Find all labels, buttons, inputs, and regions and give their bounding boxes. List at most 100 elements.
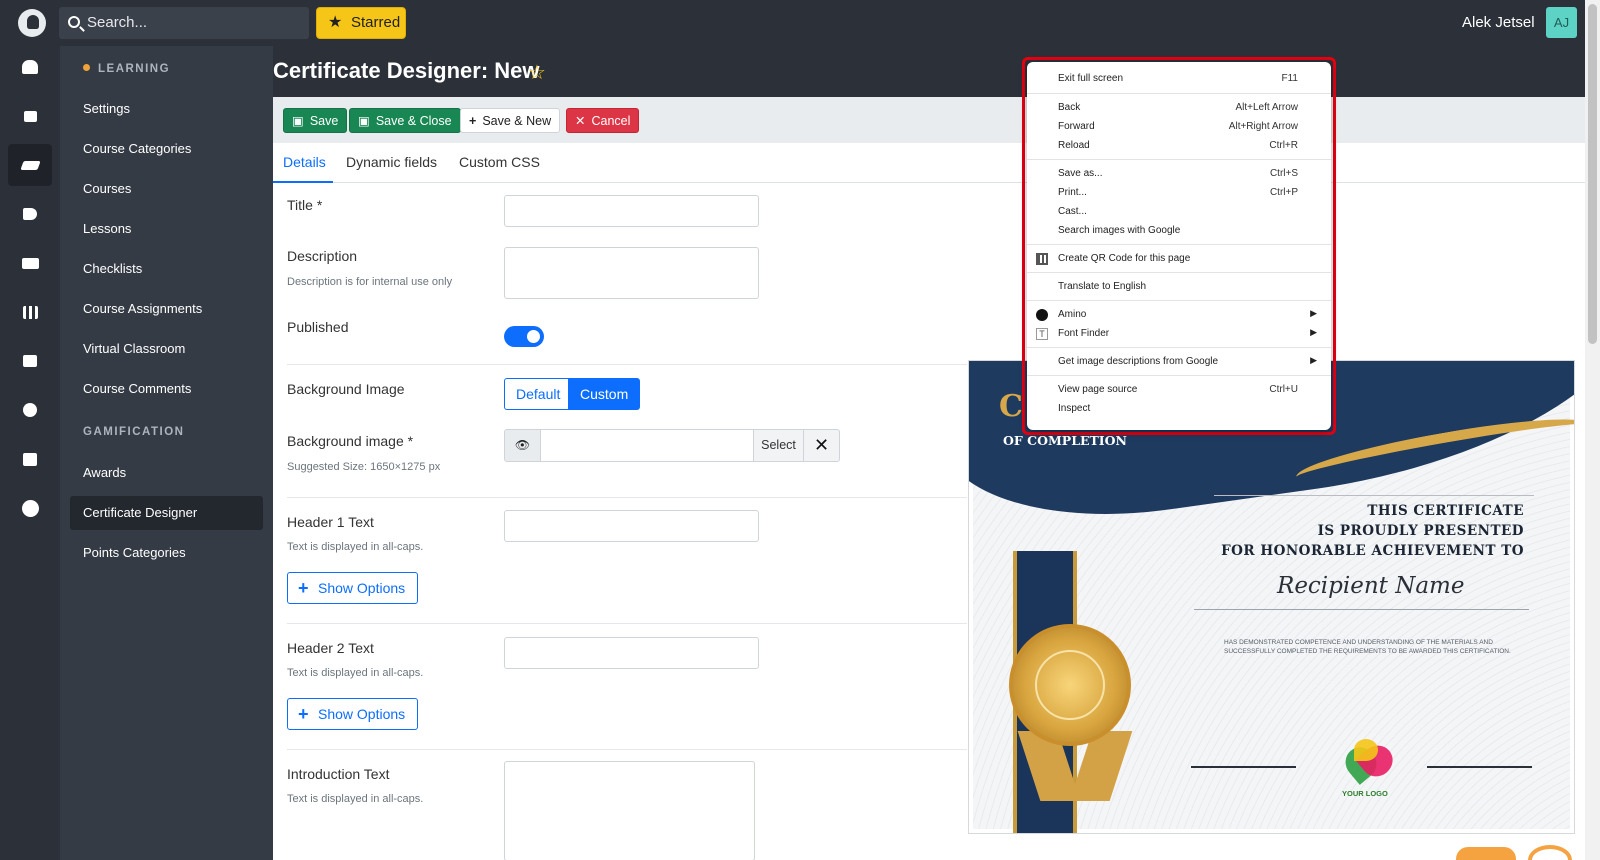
signature-line [1427, 766, 1532, 768]
section-head-learning: LEARNING [83, 63, 170, 75]
cancel-button[interactable]: ✕ Cancel [566, 108, 640, 133]
preview-eye-icon[interactable]: 👁 [504, 429, 541, 462]
clear-image-button[interactable]: ✕ [803, 429, 840, 462]
certificate-recipient-name: Recipient Name [1277, 573, 1465, 599]
save-close-button[interactable]: ▣ Save & Close [349, 108, 461, 133]
sidebar-item-settings[interactable]: Settings [70, 92, 263, 126]
certificate-body-text: HAS DEMONSTRATED COMPETENCE AND UNDERSTA… [1224, 639, 1511, 655]
description-label: Description [287, 248, 358, 264]
divider [287, 623, 967, 624]
camera-icon[interactable] [8, 242, 52, 284]
qr-code-icon [1036, 253, 1048, 265]
menu-item-view-source[interactable]: View page source Ctrl+U [1027, 381, 1331, 400]
section-head-gamification: GAMIFICATION [83, 426, 185, 438]
save-new-button[interactable]: + Save & New [460, 108, 561, 133]
background-image-file-label: Background image * [287, 433, 414, 449]
tab-custom-css[interactable]: Custom CSS [459, 154, 540, 170]
megaphone-icon[interactable] [8, 193, 52, 235]
menu-separator [1027, 347, 1331, 348]
menu-item-forward[interactable]: Forward Alt+Right Arrow [1027, 118, 1331, 137]
sidebar-item-course-assignments[interactable]: Course Assignments [70, 292, 263, 326]
header1-show-options-button[interactable]: + Show Options [287, 572, 418, 604]
published-toggle[interactable] [504, 326, 544, 347]
icon-rail [0, 46, 60, 860]
plus-icon: + [469, 114, 477, 128]
background-image-input[interactable] [540, 429, 754, 462]
certificate-rule [1194, 609, 1529, 610]
menu-item-back[interactable]: Back Alt+Left Arrow [1027, 99, 1331, 118]
chat-icon[interactable] [8, 340, 52, 382]
menu-item-translate[interactable]: Translate to English [1027, 278, 1331, 297]
diamond-icon [1035, 650, 1105, 720]
star-icon: ★ [328, 14, 343, 31]
sidebar-item-checklists[interactable]: Checklists [70, 252, 263, 286]
bg-custom-option[interactable]: Custom [568, 378, 641, 410]
menu-item-font-finder[interactable]: T Font Finder ▶ [1027, 325, 1331, 344]
header1-help: Text is displayed in all-caps. [287, 541, 424, 553]
tab-dynamic-fields[interactable]: Dynamic fields [346, 154, 437, 170]
menu-item-image-descriptions[interactable]: Get image descriptions from Google ▶ [1027, 353, 1331, 372]
header2-input[interactable] [504, 637, 759, 669]
starred-button[interactable]: ★ Starred [316, 7, 406, 39]
menu-separator [1027, 159, 1331, 160]
save-button[interactable]: ▣ Save [283, 108, 348, 133]
divider [287, 364, 967, 365]
floppy-disk-icon: ▣ [358, 114, 370, 128]
menu-item-amino[interactable]: Amino ▶ [1027, 306, 1331, 325]
section-sidebar: LEARNING Settings Course Categories Cour… [60, 46, 273, 860]
sidebar-item-awards[interactable]: Awards [70, 456, 263, 490]
users-icon[interactable] [8, 46, 52, 88]
menu-item-inspect[interactable]: Inspect [1027, 400, 1331, 419]
description-textarea[interactable] [504, 247, 759, 299]
certificate-presented-line3: FOR HONORABLE ACHIEVEMENT TO [1221, 543, 1524, 559]
menu-item-cast[interactable]: Cast... [1027, 203, 1331, 222]
sidebar-item-course-comments[interactable]: Course Comments [70, 372, 263, 406]
menu-item-exit-full-screen[interactable]: Exit full screen F11 [1027, 70, 1331, 89]
menu-item-search-images[interactable]: Search images with Google [1027, 222, 1331, 241]
header2-show-options-button[interactable]: + Show Options [287, 698, 418, 730]
graduation-cap-icon[interactable] [8, 144, 52, 186]
menu-separator [1027, 244, 1331, 245]
header2-label: Header 2 Text [287, 640, 374, 656]
sidebar-item-certificate-designer[interactable]: Certificate Designer [70, 496, 263, 530]
dashboard-icon[interactable] [8, 95, 52, 137]
title-label: Title * [287, 197, 323, 213]
user-name[interactable]: Alek Jetsel [1462, 14, 1535, 31]
scrollbar-thumb[interactable] [1588, 4, 1597, 344]
tab-details[interactable]: Details [283, 154, 326, 170]
sidebar-item-virtual-classroom[interactable]: Virtual Classroom [70, 332, 263, 366]
description-help: Description is for internal use only [287, 276, 453, 288]
app-logo-icon[interactable] [18, 9, 46, 37]
sidebar-item-lessons[interactable]: Lessons [70, 212, 263, 246]
certificate-rule [1214, 495, 1534, 496]
header1-input[interactable] [504, 510, 759, 542]
search-input[interactable]: Search... [59, 7, 309, 39]
chevron-right-icon: ▶ [1310, 308, 1317, 318]
menu-item-print[interactable]: Print... Ctrl+P [1027, 184, 1331, 203]
starred-label: Starred [351, 14, 401, 31]
title-input[interactable] [504, 195, 759, 227]
top-bar: Search... ★ Starred Alek Jetsel AJ [0, 0, 1600, 46]
divider [287, 749, 967, 750]
search-icon [68, 16, 80, 28]
select-image-button[interactable]: Select [753, 429, 804, 462]
menu-item-create-qr-code[interactable]: Create QR Code for this page [1027, 250, 1331, 269]
intro-textarea[interactable] [504, 761, 755, 860]
form-toolbar: ▣ Save ▣ Save & Close + Save & New ✕ Cancel [273, 97, 1600, 143]
sidebar-item-points-categories[interactable]: Points Categories [70, 536, 263, 570]
sidebar-item-course-categories[interactable]: Course Categories [70, 132, 263, 166]
certificate-subtitle: OF COMPLETION [1003, 433, 1127, 448]
header2-help: Text is displayed in all-caps. [287, 667, 424, 679]
calendar-icon[interactable] [8, 438, 52, 480]
gear-icon[interactable] [8, 487, 52, 529]
chart-icon[interactable] [8, 291, 52, 333]
menu-item-reload[interactable]: Reload Ctrl+R [1027, 137, 1331, 156]
context-menu: Exit full screen F11 Back Alt+Left Arrow F… [1027, 62, 1331, 430]
bg-default-option[interactable]: Default [504, 378, 573, 410]
menu-item-save-as[interactable]: Save as... Ctrl+S [1027, 165, 1331, 184]
palette-icon[interactable] [8, 389, 52, 431]
avatar[interactable]: AJ [1546, 7, 1577, 38]
favorite-star-icon[interactable]: ☆ [528, 60, 546, 85]
sidebar-item-courses[interactable]: Courses [70, 172, 263, 206]
floating-action-button[interactable] [1456, 847, 1516, 860]
